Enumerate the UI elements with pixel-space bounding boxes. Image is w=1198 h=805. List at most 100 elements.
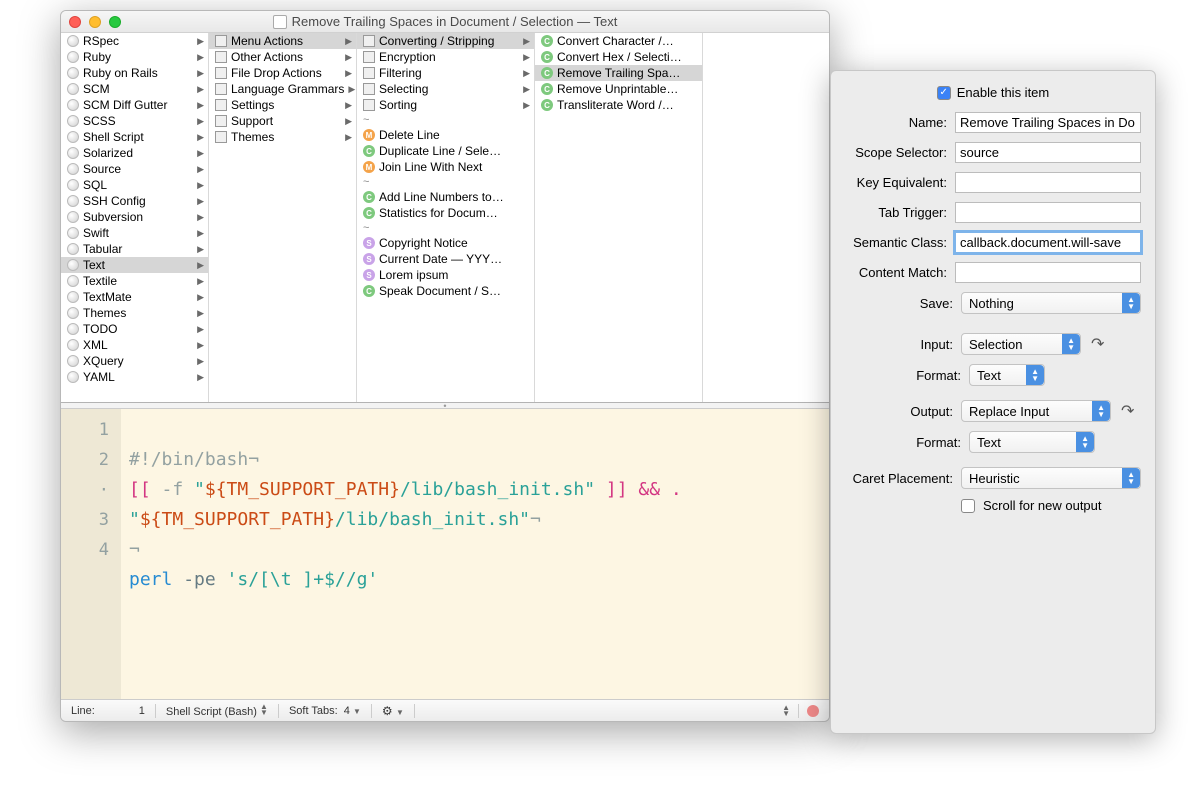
submenu-row[interactable]: Selecting▶	[357, 81, 534, 97]
curve-arrow-icon: ↷	[1121, 401, 1141, 421]
action-row[interactable]: CRemove Unprintable…	[535, 81, 702, 97]
tabs-selector[interactable]: Soft Tabs: 4 ▼	[289, 705, 361, 717]
bundle-row[interactable]: XQuery▶	[61, 353, 208, 369]
category-row[interactable]: Menu Actions▶	[209, 33, 356, 49]
name-field[interactable]	[955, 112, 1141, 133]
zoom-button[interactable]	[109, 16, 121, 28]
code-token: -f	[162, 479, 195, 500]
folder-icon	[215, 99, 227, 111]
bundle-row[interactable]: SSH Config▶	[61, 193, 208, 209]
submenu-row[interactable]: CAdd Line Numbers to…	[357, 189, 534, 205]
code-token: ${TM_SUPPORT_PATH}	[205, 479, 400, 500]
bundle-row[interactable]: TODO▶	[61, 321, 208, 337]
code-area[interactable]: #!/bin/bash¬ [[ -f "${TM_SUPPORT_PATH}/l…	[121, 409, 829, 699]
submenu-row[interactable]: Sorting▶	[357, 97, 534, 113]
save-select[interactable]: Nothing▲▼	[961, 292, 1141, 314]
bundle-row[interactable]: Themes▶	[61, 305, 208, 321]
code-token: [[	[129, 479, 162, 500]
action-row[interactable]: CRemove Trailing Spa…	[535, 65, 702, 81]
submenu-row[interactable]: MDelete Line	[357, 127, 534, 143]
semantic-field[interactable]	[955, 232, 1141, 253]
inspector-panel: ✓ Enable this item Name: Scope Selector:…	[830, 70, 1156, 734]
submenu-row[interactable]: MJoin Line With Next	[357, 159, 534, 175]
record-icon[interactable]	[807, 705, 819, 717]
bundle-row[interactable]: Solarized▶	[61, 145, 208, 161]
line-number: 3	[61, 505, 109, 535]
gear-icon[interactable]: ⚙ ▼	[382, 704, 404, 718]
bundle-row[interactable]: YAML▶	[61, 369, 208, 385]
separator: ~	[357, 113, 534, 127]
submenu-list[interactable]: Converting / Stripping▶Encryption▶Filter…	[357, 33, 535, 402]
command-icon: C	[363, 207, 375, 219]
output-format-label: Format:	[905, 435, 961, 450]
bundle-row[interactable]: SCM▶	[61, 81, 208, 97]
category-row[interactable]: Language Grammars▶	[209, 81, 356, 97]
submenu-row[interactable]: SLorem ipsum	[357, 267, 534, 283]
category-row[interactable]: Other Actions▶	[209, 49, 356, 65]
submenu-row[interactable]: Filtering▶	[357, 65, 534, 81]
key-field[interactable]	[955, 172, 1141, 193]
bundle-icon	[67, 275, 79, 287]
content-match-field[interactable]	[955, 262, 1141, 283]
category-row[interactable]: Settings▶	[209, 97, 356, 113]
submenu-row[interactable]: Converting / Stripping▶	[357, 33, 534, 49]
tab-field[interactable]	[955, 202, 1141, 223]
scope-field[interactable]	[955, 142, 1141, 163]
enable-checkbox[interactable]: ✓	[937, 86, 951, 100]
submenu-row[interactable]: SCurrent Date — YYY…	[357, 251, 534, 267]
close-button[interactable]	[69, 16, 81, 28]
submenu-row[interactable]: CStatistics for Docum…	[357, 205, 534, 221]
submenu-row[interactable]: CDuplicate Line / Sele…	[357, 143, 534, 159]
category-row[interactable]: File Drop Actions▶	[209, 65, 356, 81]
bundle-icon	[67, 131, 79, 143]
output-format-select[interactable]: Text▲▼	[969, 431, 1095, 453]
submenu-row[interactable]: SCopyright Notice	[357, 235, 534, 251]
bundle-icon	[67, 99, 79, 111]
bundle-row[interactable]: Ruby on Rails▶	[61, 65, 208, 81]
category-list[interactable]: Menu Actions▶Other Actions▶File Drop Act…	[209, 33, 357, 402]
submenu-row[interactable]: CSpeak Document / S…	[357, 283, 534, 299]
bundle-icon	[67, 323, 79, 335]
bundle-row[interactable]: Shell Script▶	[61, 129, 208, 145]
bundle-row[interactable]: Source▶	[61, 161, 208, 177]
input-format-select[interactable]: Text▲▼	[969, 364, 1045, 386]
bundle-row[interactable]: Subversion▶	[61, 209, 208, 225]
bundle-icon	[67, 83, 79, 95]
bundle-row[interactable]: Text▶	[61, 257, 208, 273]
output-label: Output:	[845, 404, 953, 419]
bundle-row[interactable]: TextMate▶	[61, 289, 208, 305]
symbol-chooser[interactable]: ▲▼	[782, 705, 790, 717]
action-row[interactable]: CConvert Character /…	[535, 33, 702, 49]
minimize-button[interactable]	[89, 16, 101, 28]
bundle-row[interactable]: Textile▶	[61, 273, 208, 289]
action-row[interactable]: CConvert Hex / Selecti…	[535, 49, 702, 65]
folder-icon	[215, 67, 227, 79]
bundle-list[interactable]: RSpec▶Ruby▶Ruby on Rails▶SCM▶SCM Diff Gu…	[61, 33, 209, 402]
submenu-row[interactable]: Encryption▶	[357, 49, 534, 65]
action-row[interactable]: CTransliterate Word /…	[535, 97, 702, 113]
category-row[interactable]: Support▶	[209, 113, 356, 129]
bundle-row[interactable]: Tabular▶	[61, 241, 208, 257]
content-match-label: Content Match:	[845, 265, 947, 280]
output-select[interactable]: Replace Input▲▼	[961, 400, 1111, 422]
bundle-row[interactable]: RSpec▶	[61, 33, 208, 49]
code-token: "	[194, 479, 205, 500]
scope-label: Scope Selector:	[845, 145, 947, 160]
bundle-row[interactable]: XML▶	[61, 337, 208, 353]
bundle-row[interactable]: SCM Diff Gutter▶	[61, 97, 208, 113]
action-list[interactable]: CConvert Character /…CConvert Hex / Sele…	[535, 33, 703, 402]
bundle-row[interactable]: Ruby▶	[61, 49, 208, 65]
bundle-row[interactable]: SCSS▶	[61, 113, 208, 129]
menu-icon	[363, 35, 375, 47]
bundle-icon	[67, 371, 79, 383]
input-select[interactable]: Selection▲▼	[961, 333, 1081, 355]
category-row[interactable]: Themes▶	[209, 129, 356, 145]
scroll-checkbox[interactable]	[961, 499, 975, 513]
caret-select[interactable]: Heuristic▲▼	[961, 467, 1141, 489]
bundle-row[interactable]: Swift▶	[61, 225, 208, 241]
code-token: "	[129, 509, 140, 530]
bundle-row[interactable]: SQL▶	[61, 177, 208, 193]
code-editor[interactable]: 12·34 #!/bin/bash¬ [[ -f "${TM_SUPPORT_P…	[61, 409, 829, 699]
language-selector[interactable]: Shell Script (Bash) ▲▼	[166, 704, 268, 718]
bundle-editor-window: Remove Trailing Spaces in Document / Sel…	[60, 10, 830, 722]
